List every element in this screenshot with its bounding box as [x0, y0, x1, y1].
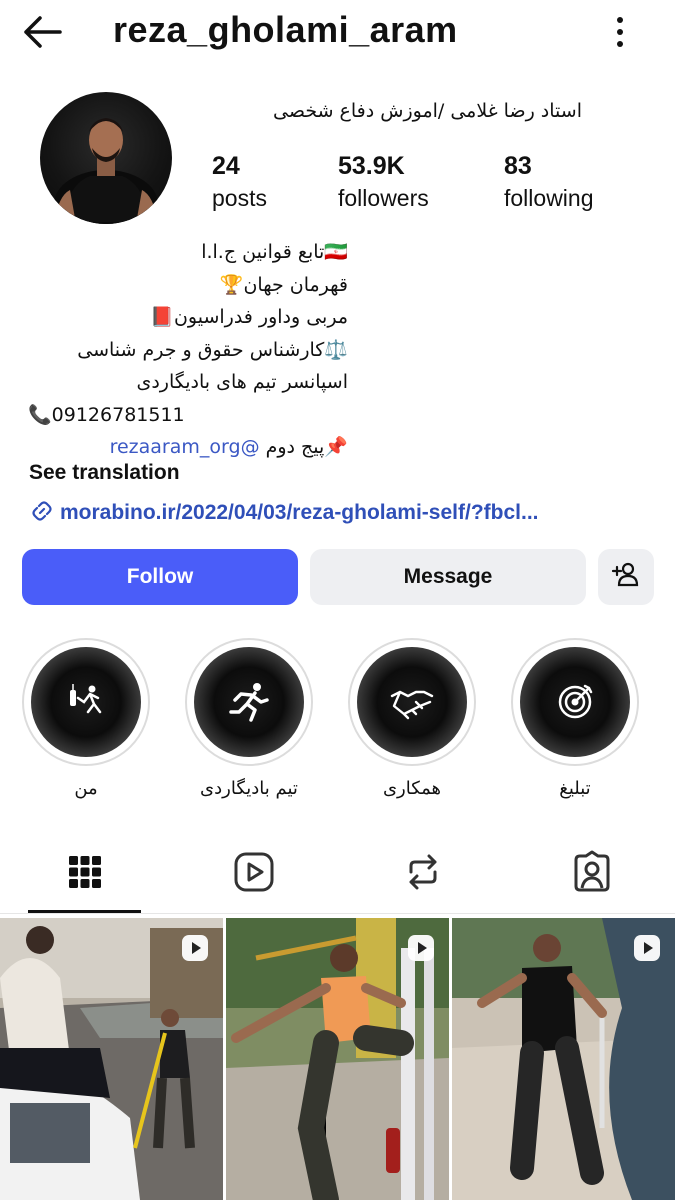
bio-line: ⚖️کارشناس حقوق و جرم شناسی	[77, 338, 348, 361]
profile-website-link[interactable]: morabino.ir/2022/04/03/reza-gholami-self…	[30, 499, 539, 529]
profile-username: reza_gholami_aram	[113, 9, 458, 50]
tab-tagged[interactable]	[570, 850, 614, 894]
highlight-label: تیم بادیگاردی	[200, 778, 298, 799]
following-label: following	[504, 185, 594, 211]
bio-line: 📌پیج دوم @rezaaram_org	[28, 431, 348, 464]
reel-play-icon	[633, 934, 661, 962]
following-stat[interactable]: 83 following	[504, 152, 594, 212]
runner-icon	[194, 647, 304, 757]
bio-line: قهرمان جهان🏆	[219, 273, 348, 296]
followers-count: 53.9K	[338, 152, 405, 180]
highlight-circle[interactable]	[22, 638, 150, 766]
boxing-icon	[31, 647, 141, 757]
handshake-icon	[357, 647, 467, 757]
message-button[interactable]: Message	[310, 549, 586, 605]
repost-icon	[401, 854, 445, 898]
profile-bio: 🇮🇷تابع قوانین ج.ا.ا قهرمان جهان🏆 مربی ود…	[28, 236, 348, 464]
bio-second-page-text: 📌پیج دوم	[259, 436, 348, 458]
grid-post[interactable]	[0, 918, 223, 1200]
grid-post[interactable]	[226, 918, 449, 1200]
followers-stat[interactable]: 53.9K followers	[338, 152, 429, 212]
posts-label: posts	[212, 185, 267, 211]
bio-line: 🇮🇷تابع قوانین ج.ا.ا	[201, 241, 348, 263]
active-tab-indicator	[28, 910, 141, 913]
reels-icon	[232, 852, 276, 898]
following-count: 83	[504, 152, 532, 180]
link-icon	[30, 499, 54, 529]
reel-play-icon	[407, 934, 435, 962]
tab-reels[interactable]	[232, 850, 276, 894]
bio-line: اسپانسر تیم های بادیگاردی	[136, 371, 348, 393]
see-translation-link[interactable]: See translation	[29, 461, 180, 485]
grid-post[interactable]	[452, 918, 675, 1200]
back-arrow-icon[interactable]	[18, 12, 66, 52]
grid-icon	[63, 856, 107, 898]
add-person-icon	[611, 559, 641, 595]
highlight-label: تبلیغ	[559, 778, 591, 799]
website-url: morabino.ir/2022/04/03/reza-gholami-self…	[60, 501, 539, 524]
more-vertical-icon[interactable]	[606, 12, 634, 52]
profile-display-name: استاد رضا غلامی /اموزش دفاع شخصی	[273, 100, 582, 122]
suggest-people-button[interactable]	[598, 549, 654, 605]
highlight-label: من	[74, 778, 98, 799]
highlight-circle[interactable]	[511, 638, 639, 766]
highlight-circle[interactable]	[348, 638, 476, 766]
bio-line: مربی وداور فدراسیون📕	[150, 306, 348, 328]
follow-button[interactable]: Follow	[22, 549, 298, 605]
posts-count: 24	[212, 152, 240, 180]
mention-link[interactable]: @rezaaram_org	[110, 436, 260, 458]
tab-divider	[0, 913, 675, 914]
top-bar: reza_gholami_aram	[0, 0, 675, 64]
profile-avatar[interactable]	[40, 92, 172, 224]
bio-phone: 📞09126781511	[28, 403, 185, 426]
target-icon	[520, 647, 630, 757]
followers-label: followers	[338, 185, 429, 211]
tab-posts-grid[interactable]	[63, 850, 107, 894]
highlight-label: همکاری	[382, 778, 442, 799]
posts-stat[interactable]: 24 posts	[212, 152, 267, 212]
tab-reposts[interactable]	[401, 850, 445, 894]
highlight-circle[interactable]	[185, 638, 313, 766]
tagged-person-icon	[570, 850, 614, 898]
reel-play-icon	[181, 934, 209, 962]
